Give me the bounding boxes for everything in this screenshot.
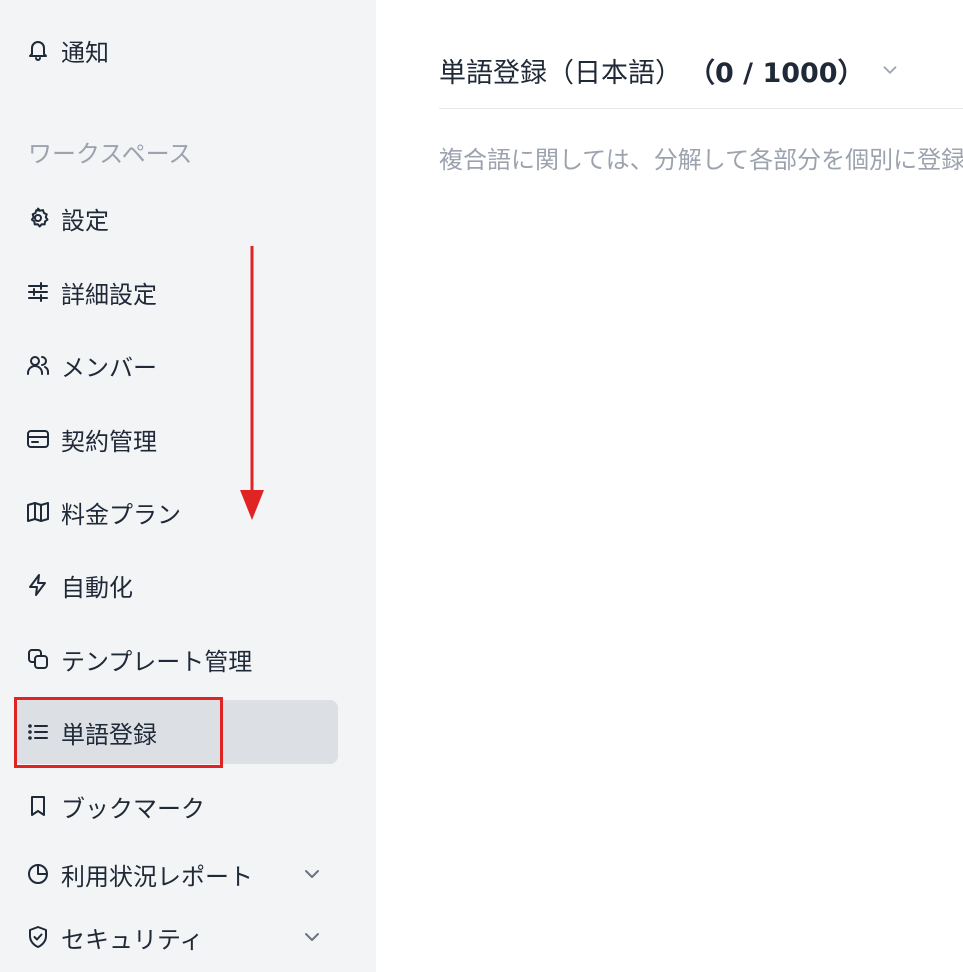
bell-icon: [26, 38, 50, 62]
list-icon: [26, 720, 50, 744]
page-title: 単語登録（日本語）: [439, 57, 682, 89]
chevron-down-icon[interactable]: [300, 862, 324, 886]
gear-icon: [26, 206, 50, 230]
sidebar-item-label: 設定: [61, 206, 109, 235]
sidebar-item-members[interactable]: メンバー: [14, 333, 338, 397]
sidebar-item-label: テンプレート管理: [61, 647, 253, 676]
sidebar-item-contract[interactable]: 契約管理: [14, 407, 338, 471]
sidebar-item-label: セキュリティ: [61, 925, 204, 954]
sidebar-item-word-registration[interactable]: 単語登録: [14, 700, 338, 764]
section-heading-workspace: ワークスペース: [28, 140, 193, 168]
bookmark-icon: [26, 794, 50, 818]
chevron-down-icon[interactable]: [300, 925, 324, 949]
map-icon: [26, 500, 50, 524]
sliders-icon: [26, 280, 50, 304]
sidebar-item-usage-report[interactable]: 利用状況レポート: [14, 842, 338, 906]
sidebar-item-security[interactable]: セキュリティ: [14, 905, 338, 969]
sidebar: 通知 ワークスペース 設定 詳細設定 メンバー 契約管理 料金プラン 自動化 テ…: [0, 0, 376, 972]
description-text: 複合語に関しては、分解して各部分を個別に登録: [439, 146, 963, 174]
app-window: 通知 ワークスペース 設定 詳細設定 メンバー 契約管理 料金プラン 自動化 テ…: [0, 0, 963, 972]
page-header[interactable]: 単語登録（日本語） （0 / 1000）: [439, 40, 901, 100]
sidebar-item-template-management[interactable]: テンプレート管理: [14, 627, 338, 691]
sidebar-item-label: 料金プラン: [61, 500, 181, 529]
word-count: （0 / 1000）: [688, 57, 865, 89]
sidebar-item-label: ブックマーク: [61, 794, 205, 823]
sidebar-item-label: 単語登録: [61, 720, 157, 749]
credit-card-icon: [26, 427, 50, 451]
sidebar-item-label: 詳細設定: [61, 280, 157, 309]
divider: [439, 108, 963, 109]
sidebar-item-advanced-settings[interactable]: 詳細設定: [14, 260, 338, 324]
users-icon: [26, 353, 50, 377]
main-content: 単語登録（日本語） （0 / 1000） 複合語に関しては、分解して各部分を個別…: [376, 0, 963, 972]
sidebar-item-settings[interactable]: 設定: [14, 186, 338, 250]
sidebar-item-label: 通知: [61, 38, 109, 67]
sidebar-item-pricing-plan[interactable]: 料金プラン: [14, 480, 338, 544]
lightning-icon: [26, 573, 50, 597]
sidebar-item-notifications[interactable]: 通知: [14, 18, 338, 82]
sidebar-item-label: メンバー: [61, 353, 157, 382]
shield-check-icon: [26, 925, 50, 949]
chevron-down-icon[interactable]: [879, 59, 901, 81]
sidebar-item-label: 利用状況レポート: [61, 862, 253, 891]
pie-chart-icon: [26, 862, 50, 886]
sidebar-item-bookmark[interactable]: ブックマーク: [14, 774, 338, 838]
copy-icon: [26, 647, 50, 671]
sidebar-item-automation[interactable]: 自動化: [14, 553, 338, 617]
sidebar-item-label: 自動化: [61, 573, 133, 602]
sidebar-item-label: 契約管理: [61, 427, 157, 456]
